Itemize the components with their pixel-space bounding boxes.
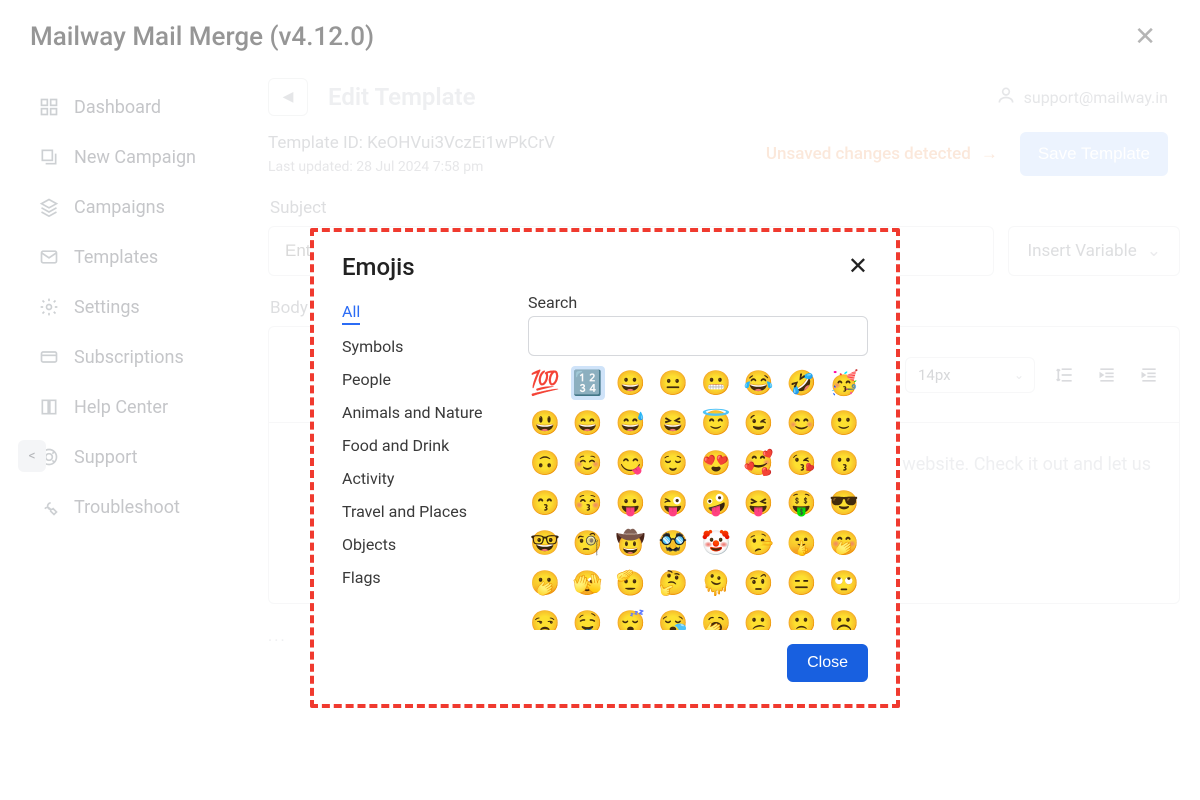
emoji-item[interactable]: 😝: [742, 486, 776, 520]
emoji-item[interactable]: 😉: [742, 406, 776, 440]
emoji-item[interactable]: 🥸: [656, 526, 690, 560]
emoji-item[interactable]: 🙄: [827, 566, 861, 600]
emoji-category-activity[interactable]: Activity: [342, 462, 502, 495]
emoji-category-travel-and-places[interactable]: Travel and Places: [342, 495, 502, 528]
emoji-item[interactable]: 🫣: [571, 566, 605, 600]
emoji-dialog: Emojis ✕ All SymbolsPeopleAnimals and Nat…: [310, 228, 900, 708]
emoji-category-animals-and-nature[interactable]: Animals and Nature: [342, 396, 502, 429]
emoji-item[interactable]: 😴: [614, 606, 648, 630]
dialog-title: Emojis: [342, 253, 415, 281]
emoji-item[interactable]: 😇: [699, 406, 733, 440]
emoji-item[interactable]: 😀: [614, 366, 648, 400]
emoji-category-people[interactable]: People: [342, 363, 502, 396]
emoji-item[interactable]: 🫢: [528, 566, 562, 600]
emoji-item[interactable]: 🫠: [699, 566, 733, 600]
emoji-item[interactable]: 🤫: [785, 526, 819, 560]
emoji-item[interactable]: 😕: [742, 606, 776, 630]
search-label: Search: [528, 293, 868, 312]
emoji-item[interactable]: ☹️: [827, 606, 861, 630]
emoji-item[interactable]: 😃: [528, 406, 562, 440]
emoji-search-input[interactable]: [528, 316, 868, 356]
emoji-item[interactable]: 💯: [528, 366, 562, 400]
dialog-close-x[interactable]: ✕: [848, 252, 868, 281]
emoji-item[interactable]: 🤑: [785, 486, 819, 520]
emoji-item[interactable]: 🤥: [742, 526, 776, 560]
emoji-item[interactable]: 😗: [827, 446, 861, 480]
emoji-category-food-and-drink[interactable]: Food and Drink: [342, 429, 502, 462]
emoji-category-objects[interactable]: Objects: [342, 528, 502, 561]
emoji-item[interactable]: 😍: [699, 446, 733, 480]
emoji-item[interactable]: 🤔: [656, 566, 690, 600]
emoji-item[interactable]: 😙: [528, 486, 562, 520]
emoji-item[interactable]: 🥱: [699, 606, 733, 630]
emoji-item[interactable]: 😊: [785, 406, 819, 440]
emoji-item[interactable]: 🙃: [528, 446, 562, 480]
emoji-item[interactable]: 🙂: [827, 406, 861, 440]
emoji-item[interactable]: 🙁: [785, 606, 819, 630]
emoji-item[interactable]: 🤭: [827, 526, 861, 560]
emoji-item[interactable]: 🤪: [699, 486, 733, 520]
emoji-item[interactable]: 🥳: [827, 366, 861, 400]
emoji-item[interactable]: 🫡: [614, 566, 648, 600]
dialog-close-button[interactable]: Close: [787, 644, 868, 682]
emoji-item[interactable]: 😎: [827, 486, 861, 520]
emoji-item[interactable]: 🧐: [571, 526, 605, 560]
emoji-item[interactable]: 🤡: [699, 526, 733, 560]
emoji-item[interactable]: 😚: [571, 486, 605, 520]
emoji-item[interactable]: 😂: [742, 366, 776, 400]
emoji-category-list: All SymbolsPeopleAnimals and NatureFood a…: [342, 293, 502, 630]
emoji-item[interactable]: 😆: [656, 406, 690, 440]
emoji-item[interactable]: 😪: [656, 606, 690, 630]
emoji-item[interactable]: 🥰: [742, 446, 776, 480]
emoji-item[interactable]: 🤨: [742, 566, 776, 600]
emoji-item[interactable]: 😒: [528, 606, 562, 630]
emoji-item[interactable]: 🤠: [614, 526, 648, 560]
emoji-item[interactable]: ☺️: [571, 446, 605, 480]
emoji-category-flags[interactable]: Flags: [342, 561, 502, 594]
emoji-item[interactable]: 😑: [785, 566, 819, 600]
emoji-item[interactable]: 🤓: [528, 526, 562, 560]
emoji-item[interactable]: 😛: [614, 486, 648, 520]
emoji-item[interactable]: 😬: [699, 366, 733, 400]
emoji-item[interactable]: 😐: [656, 366, 690, 400]
emoji-item[interactable]: 😄: [571, 406, 605, 440]
emoji-item[interactable]: 🔢: [571, 366, 605, 400]
emoji-item[interactable]: 🤤: [571, 606, 605, 630]
emoji-category-all[interactable]: All: [342, 295, 360, 325]
emoji-item[interactable]: 😋: [614, 446, 648, 480]
emoji-item[interactable]: 😌: [656, 446, 690, 480]
emoji-grid: 💯 🔢 😀😐 😬 😂 🤣🥳 😃 😄 😅😆 😇 😉 😊🙂 🙃 ☺️ 😋😌 😍 🥰 😘😗 😙 😚 😛😜 🤪 😝 🤑😎 🤓 🧐 🤠🥸 🤡 🤥 🤫…: [528, 366, 868, 630]
emoji-category-symbols[interactable]: Symbols: [342, 330, 502, 363]
emoji-item[interactable]: 😅: [614, 406, 648, 440]
emoji-item[interactable]: 🤣: [785, 366, 819, 400]
emoji-item[interactable]: 😜: [656, 486, 690, 520]
emoji-item[interactable]: 😘: [785, 446, 819, 480]
